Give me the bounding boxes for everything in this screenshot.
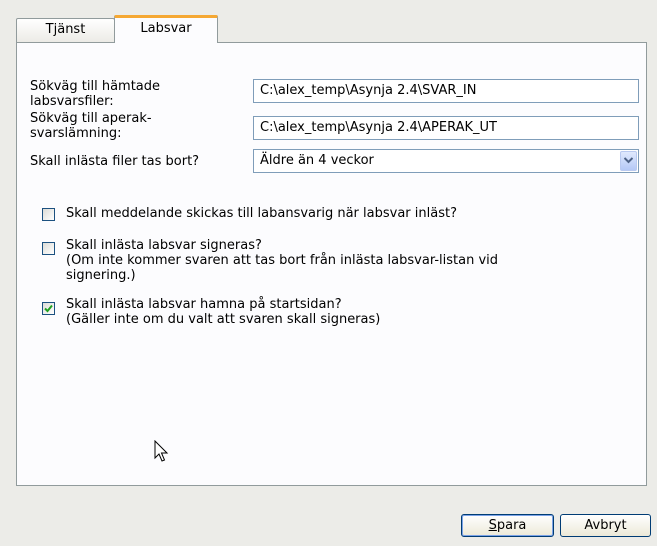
show-on-startpage-checkbox[interactable]	[42, 302, 55, 315]
dropdown-arrow-icon[interactable]	[620, 151, 637, 171]
notify-responsible-label: Skall meddelande skickas till labansvari…	[66, 206, 457, 221]
mouse-pointer-icon	[154, 440, 169, 462]
sign-results-label: Skall inlästa labsvar signeras? (Om inte…	[66, 238, 499, 283]
download-path-input[interactable]: C:\alex_temp\Asynja 2.4\SVAR_IN	[253, 79, 639, 103]
notify-responsible-checkbox[interactable]	[42, 208, 55, 221]
delete-files-selected-value: Äldre än 4 veckor	[260, 153, 374, 168]
sign-results-checkbox[interactable]	[42, 242, 55, 255]
aperak-path-input[interactable]: C:\alex_temp\Asynja 2.4\APERAK_UT	[253, 116, 639, 140]
tab-tjanst[interactable]: Tjänst	[16, 18, 115, 42]
delete-files-label: Skall inlästa filer tas bort?	[30, 154, 200, 169]
tab-panel-labsvar: Sökväg till hämtade labsvarsfiler: C:\al…	[16, 42, 647, 486]
download-path-label: Sökväg till hämtade labsvarsfiler:	[30, 79, 161, 109]
save-button[interactable]: Spara	[461, 514, 554, 537]
aperak-path-label: Sökväg till aperak- svarslämning:	[30, 111, 152, 141]
tab-labsvar[interactable]: Labsvar	[114, 15, 218, 43]
checkmark-icon	[44, 304, 53, 313]
show-on-startpage-label: Skall inlästa labsvar hamna på startsida…	[66, 297, 381, 327]
cancel-button[interactable]: Avbryt	[560, 514, 651, 537]
delete-files-select[interactable]: Äldre än 4 veckor	[253, 149, 639, 173]
